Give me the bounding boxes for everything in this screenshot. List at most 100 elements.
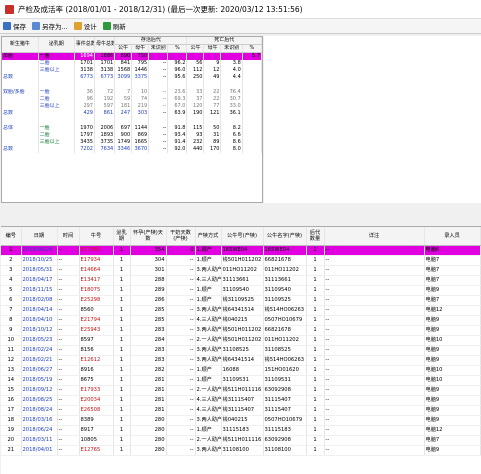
summary-cell: 247: [114, 110, 133, 118]
table-row[interactable]: 1 2018/06/26 -- E17885 1 354 0 1.顺产 165WE04 165WE…: [1, 245, 481, 256]
table-cell: E12612: [79, 355, 114, 366]
table-row[interactable]: 3 2018/05/31 -- E14664 1 301 -- 3.两人助产 011HO1120…: [1, 265, 481, 276]
table-cell: 2: [1, 255, 22, 266]
summary-group: [2, 81, 39, 89]
table-cell: 8156: [79, 345, 114, 356]
table-row[interactable]: 11 2018/02/24 -- 8156 1 283 -- 3.两人助产 31108525 31…: [1, 345, 481, 356]
table-row[interactable]: 5 2018/11/15 -- E18075 1 289 -- 1.顺产 31109540 311…: [1, 285, 481, 296]
column-header[interactable]: 详注: [324, 227, 425, 246]
table-row[interactable]: 4 2018/04/17 -- E13417 1 288 -- 4.三人助产 31113661 3…: [1, 275, 481, 286]
save-button[interactable]: 保存: [3, 21, 26, 31]
table-row[interactable]: 14 2018/05/19 -- 8675 1 281 -- 1.顺产 31109531 3110…: [1, 375, 481, 386]
table-cell: --: [166, 255, 196, 266]
table-cell: 66821678: [263, 255, 307, 266]
table-cell: --: [57, 375, 80, 386]
table-cell: --: [324, 245, 425, 256]
design-button[interactable]: 设计: [73, 21, 97, 31]
table-cell: 12: [1, 355, 22, 366]
summary-row: 三胎以上 297 597 181 219 -- 67.0 120 77 33.0: [2, 103, 262, 111]
table-cell: --: [166, 435, 196, 446]
table-cell: 4.三人助产: [195, 315, 222, 326]
table-cell: 1: [306, 255, 325, 266]
summary-cell: 303: [131, 110, 150, 118]
summary-cell: --: [148, 88, 169, 96]
panel-splitter[interactable]: [0, 204, 481, 226]
table-cell: 3.两人助产: [195, 265, 222, 276]
table-cell: 31108525: [263, 345, 307, 356]
table-row[interactable]: 15 2018/09/12 -- E17933 1 281 -- 2.一人助产 钱511H011…: [1, 385, 481, 396]
table-cell: 钱511H011116: [221, 435, 264, 446]
table-cell: 2018/02/24: [21, 345, 58, 356]
summary-cell: --: [148, 146, 169, 154]
table-cell: 19: [1, 425, 22, 436]
column-header[interactable]: 公牛号(产犊): [221, 227, 264, 246]
table-cell: 2018/04/01: [21, 445, 58, 456]
summary-row: 二胎 96 192 59 74 -- 69.3 37 22 30.7: [2, 95, 262, 104]
summary-cell: 1144: [131, 124, 150, 132]
column-header[interactable]: 产犊方式: [195, 227, 222, 246]
column-header[interactable]: 公牛名字(产犊): [263, 227, 307, 246]
summary-cell: 49: [203, 74, 222, 82]
table-row[interactable]: 16 2018/08/25 -- E20034 1 281 -- 4.三人助产 钱3111540…: [1, 395, 481, 406]
table-cell: --: [166, 345, 196, 356]
summary-cell: 1694: [74, 52, 95, 60]
table-row[interactable]: 19 2018/06/24 -- 8917 1 280 -- 1.顺产 31115183 3111…: [1, 425, 481, 436]
table-row[interactable]: 9 2018/10/12 -- E25943 1 283 -- 3.两人助产 钱501H0112…: [1, 325, 481, 336]
table-cell: E25943: [79, 325, 114, 336]
summary-cell: 37: [186, 95, 205, 104]
table-row[interactable]: 12 2018/02/21 -- E12612 1 283 -- 3.两人助产 钱6434151…: [1, 355, 481, 366]
summary-group: [2, 117, 39, 125]
table-row[interactable]: 8 2018/04/10 -- E21794 1 285 -- 4.三人助产 钱040215 05…: [1, 315, 481, 326]
table-row[interactable]: 21 2018/04/01 -- E12765 1 280 -- 3.两人助产 31108100…: [1, 445, 481, 456]
table-cell: 1.顺产: [195, 365, 222, 376]
table-row[interactable]: 20 2018/03/11 -- 10805 1 280 -- 2.一人助产 钱511H0111…: [1, 435, 481, 446]
table-cell: 电脑10: [424, 335, 481, 346]
table-cell: E14664: [79, 265, 114, 276]
table-cell: 2018/10/25: [21, 255, 58, 266]
column-header[interactable]: 编号: [1, 227, 22, 246]
table-cell: 2018/08/25: [21, 395, 58, 406]
column-header[interactable]: 日期: [21, 227, 58, 246]
summary-cell: 96.2: [167, 60, 188, 68]
table-cell: 钱31109525: [221, 295, 264, 306]
summary-cell: 250: [186, 74, 205, 82]
table-cell: 2018/05/19: [21, 375, 58, 386]
table-cell: 钱511H011116: [221, 385, 264, 396]
column-header[interactable]: 泌乳期: [113, 227, 131, 246]
table-cell: --: [57, 415, 80, 426]
table-row[interactable]: 18 2018/03/16 -- 8389 1 280 -- 3.两人助产 钱040215 050…: [1, 415, 481, 426]
table-cell: --: [324, 365, 425, 376]
table-cell: 31115407: [263, 405, 307, 416]
column-header[interactable]: 干奶天数(产犊): [166, 227, 196, 246]
table-cell: --: [324, 315, 425, 326]
table-row[interactable]: 7 2018/04/14 -- 8560 1 285 -- 3.两人助产 钱64341514 钱5…: [1, 305, 481, 316]
column-header[interactable]: 牛号: [79, 227, 114, 246]
summary-cell: 3138: [74, 67, 95, 75]
table-cell: 钱040215: [221, 415, 264, 426]
summary-group: [2, 131, 39, 140]
table-cell: 14: [1, 375, 22, 386]
table-cell: 4.三人助产: [195, 275, 222, 286]
table-row[interactable]: 2 2018/10/25 -- E17934 1 304 -- 1.顺产 钱501H011202…: [1, 255, 481, 266]
table-cell: --: [57, 365, 80, 376]
table-cell: 1: [306, 315, 325, 326]
table-cell: 281: [130, 395, 167, 406]
column-header[interactable]: 时间: [57, 227, 80, 246]
summary-cell: 8.0: [220, 146, 243, 154]
table-cell: 8917: [79, 425, 114, 436]
table-row[interactable]: 6 2018/02/08 -- E25298 1 286 -- 1.顺产 钱31109525 31…: [1, 295, 481, 306]
table-cell: 1: [113, 405, 131, 416]
save-as-button[interactable]: 另存为...: [32, 21, 68, 31]
table-row[interactable]: 17 2018/08/24 -- E26508 1 281 -- 4.三人助产 钱3111540…: [1, 405, 481, 416]
table-cell: 1.顺产: [195, 375, 222, 386]
column-header[interactable]: 怀孕(产犊)天数: [130, 227, 167, 246]
summary-cell: 22: [203, 88, 222, 96]
column-header[interactable]: 录入员: [424, 227, 481, 246]
refresh-button[interactable]: 刷新: [102, 21, 126, 31]
table-cell: 1: [113, 325, 131, 336]
summary-cell: 440: [186, 146, 205, 154]
table-row[interactable]: 10 2018/05/23 -- 8597 1 284 -- 2.一人助产 钱501H01120…: [1, 335, 481, 346]
table-cell: --: [57, 325, 80, 336]
table-row[interactable]: 13 2018/06/27 -- 8916 1 282 -- 1.顺产 16088 151HO01…: [1, 365, 481, 376]
column-header[interactable]: 后代数量: [306, 227, 325, 246]
